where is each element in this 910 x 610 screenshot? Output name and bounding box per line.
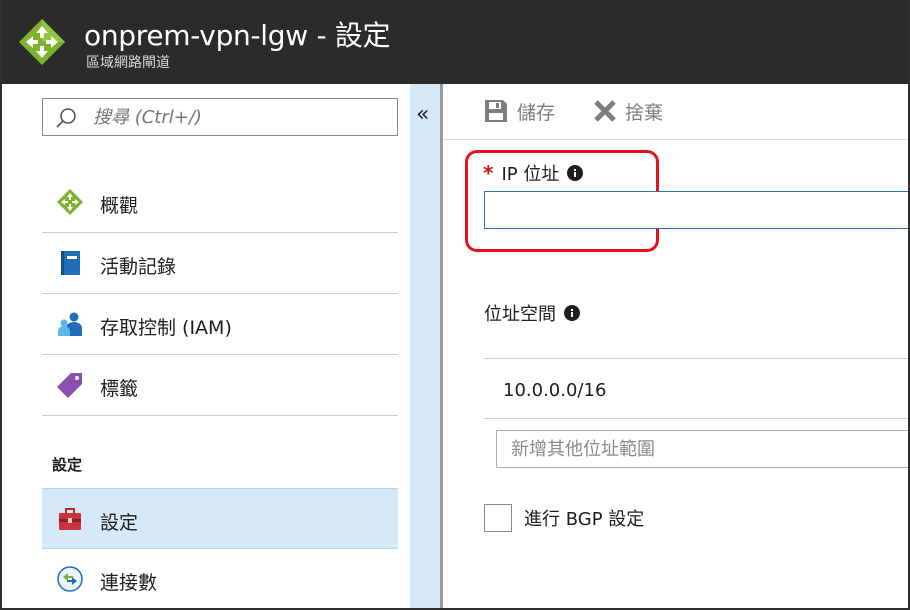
gateway-icon [57, 189, 83, 215]
menu-item-label: 概觀 [100, 195, 139, 217]
menu-item-overview[interactable]: 概觀 [42, 172, 398, 233]
menu-item-label: 活動記錄 [100, 256, 177, 278]
menu-item-tags[interactable]: 標籤 [42, 355, 398, 416]
resource-menu: 概觀 活動記錄 存取控制 (IAM) [2, 84, 410, 608]
menu-item-label: 連接數 [100, 572, 158, 594]
discard-label: 捨棄 [625, 101, 664, 124]
settings-toolbox-icon [59, 508, 81, 530]
command-bar: 儲存 捨棄 [443, 84, 908, 140]
blade-window: onprem-vpn-lgw - 設定 區域網路閘道 搜尋 (Ctrl+/) 概… [0, 0, 910, 610]
local-network-gateway-icon [19, 19, 65, 65]
ip-address-label-row: * IP 位址 [483, 160, 584, 186]
menu-item-label: 存取控制 (IAM) [100, 317, 232, 339]
info-icon[interactable] [567, 165, 584, 181]
page-subtitle: 區域網路閘道 [86, 55, 170, 71]
required-marker: * [483, 161, 494, 185]
ip-address-input[interactable] [484, 191, 908, 229]
menu-item-label: 標籤 [100, 378, 139, 400]
add-address-range-input[interactable] [496, 430, 908, 468]
connections-icon [57, 566, 83, 592]
address-space-value[interactable]: 10.0.0.0/16 [503, 380, 606, 401]
save-button[interactable]: 儲存 [483, 96, 555, 126]
bgp-checkbox[interactable] [484, 504, 512, 532]
menu-item-label: 設定 [100, 512, 139, 534]
search-input[interactable] [93, 107, 383, 128]
address-space-label-row: 位址空間 [484, 300, 580, 326]
menu-item-activity-log[interactable]: 活動記錄 [42, 233, 398, 294]
settings-form: * IP 位址 位址空間 10.0.0.0/16 進行 BGP 設定 [443, 140, 908, 608]
section-heading-settings: 設定 [52, 456, 83, 474]
bgp-label: 進行 BGP 設定 [524, 509, 645, 530]
info-icon[interactable] [564, 305, 580, 321]
iam-icon [58, 312, 82, 336]
menu-item-access-control[interactable]: 存取控制 (IAM) [42, 294, 398, 355]
discard-button[interactable]: 捨棄 [593, 96, 663, 126]
menu-item-connections[interactable]: 連接數 [42, 549, 398, 608]
address-list-bottom-divider [484, 418, 908, 419]
activity-log-icon [61, 251, 80, 275]
address-space-label: 位址空間 [484, 304, 556, 325]
search-box[interactable] [42, 98, 398, 136]
page-title: onprem-vpn-lgw - 設定 [84, 19, 391, 52]
save-label: 儲存 [517, 101, 556, 124]
ip-address-label: IP 位址 [501, 164, 560, 185]
collapse-menu-icon[interactable]: « [416, 102, 429, 127]
menu-item-configuration[interactable]: 設定 [42, 488, 398, 549]
menu-list: 概觀 活動記錄 存取控制 (IAM) 標籤 [42, 172, 398, 416]
save-icon [485, 100, 507, 122]
settings-menu-list: 設定 連接數 [42, 488, 398, 608]
tag-icon [57, 373, 82, 398]
search-icon [56, 108, 76, 128]
menu-collapse-strip[interactable]: « [410, 84, 440, 608]
close-icon [594, 100, 616, 122]
address-list-top-divider [484, 358, 908, 359]
bgp-option-row: 進行 BGP 設定 [484, 504, 644, 532]
blade-header: onprem-vpn-lgw - 設定 區域網路閘道 [2, 0, 908, 84]
